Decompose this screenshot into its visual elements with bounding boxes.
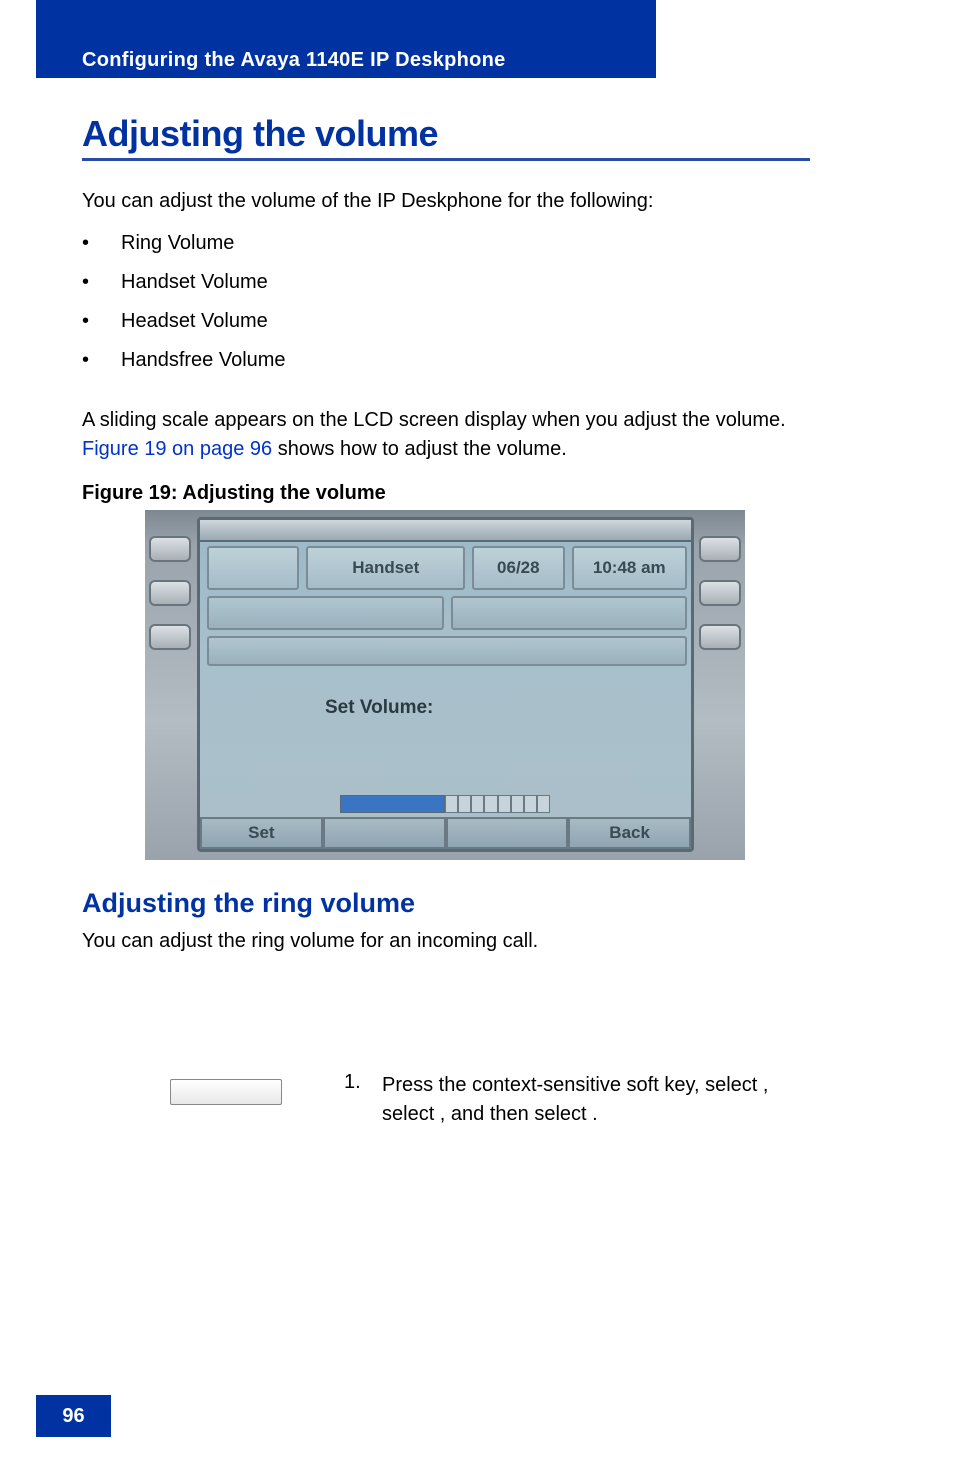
volume-ticks (445, 795, 550, 813)
volume-tick (537, 795, 550, 813)
list-item: •Ring Volume (82, 232, 286, 255)
screen-status-row: Handset 06/28 10:48 am (207, 546, 687, 590)
sub-heading: Adjusting the ring volume (82, 888, 415, 919)
page-title: Adjusting the volume (82, 113, 438, 155)
softkey-row: Set Back (200, 817, 691, 849)
section-header: Configuring the Avaya 1140E IP Deskphone (82, 49, 506, 72)
list-item-text: Handset Volume (121, 271, 268, 294)
title-underline (82, 158, 810, 161)
volume-tick (471, 795, 484, 813)
phone-side-button (699, 580, 741, 606)
softkey-button-graphic (170, 1079, 282, 1105)
bullet-dot: • (82, 271, 121, 294)
step-number: 1. (344, 1071, 361, 1094)
page-number: 96 (36, 1395, 111, 1437)
softkey-back: Back (568, 817, 691, 849)
phone-side-button (699, 536, 741, 562)
list-item-text: Headset Volume (121, 310, 268, 333)
volume-tick (445, 795, 458, 813)
step-text: Press the context-sensitive soft key, se… (382, 1071, 808, 1129)
phone-side-button (699, 624, 741, 650)
figure-caption: Figure 19: Adjusting the volume (82, 482, 386, 505)
screen-cell-blank (207, 546, 299, 590)
screen-row3 (207, 636, 687, 666)
list-item: •Headset Volume (82, 310, 286, 333)
volume-tick (524, 795, 537, 813)
softkey-blank (323, 817, 446, 849)
set-volume-label: Set Volume: (325, 697, 433, 719)
bullet-dot: • (82, 349, 121, 372)
volume-tick (498, 795, 511, 813)
bullet-list: •Ring Volume •Handset Volume •Headset Vo… (82, 232, 286, 388)
softkey-blank (446, 817, 569, 849)
screen-cell-empty (207, 596, 444, 630)
volume-slider (340, 795, 550, 813)
phone-figure: Handset 06/28 10:48 am Set Volume: (145, 510, 745, 860)
screen-top-border (200, 520, 691, 542)
screen-cell-empty (451, 596, 688, 630)
screen-cell-empty (207, 636, 687, 666)
screen-cell-handset: Handset (306, 546, 465, 590)
scale-text-before: A sliding scale appears on the LCD scree… (82, 409, 786, 431)
lcd-screen: Handset 06/28 10:48 am Set Volume: (197, 517, 694, 852)
list-item-text: Ring Volume (121, 232, 234, 255)
phone-side-button (149, 536, 191, 562)
phone-side-button (149, 624, 191, 650)
softkey-set: Set (200, 817, 323, 849)
sub-text: You can adjust the ring volume for an in… (82, 930, 538, 953)
phone-side-button (149, 580, 191, 606)
list-item: •Handset Volume (82, 271, 286, 294)
screen-cell-date: 06/28 (472, 546, 564, 590)
intro-text: You can adjust the volume of the IP Desk… (82, 190, 653, 213)
screen-cell-time: 10:48 am (572, 546, 687, 590)
volume-tick (484, 795, 497, 813)
screen-row2 (207, 596, 687, 630)
volume-tick (458, 795, 471, 813)
bullet-dot: • (82, 310, 121, 333)
volume-filled (340, 795, 445, 813)
scale-paragraph: A sliding scale appears on the LCD scree… (82, 406, 810, 464)
scale-text-after: shows how to adjust the volume. (272, 438, 567, 460)
volume-tick (511, 795, 524, 813)
figure-reference-link[interactable]: Figure 19 on page 96 (82, 438, 272, 460)
list-item: •Handsfree Volume (82, 349, 286, 372)
bullet-dot: • (82, 232, 121, 255)
list-item-text: Handsfree Volume (121, 349, 286, 372)
